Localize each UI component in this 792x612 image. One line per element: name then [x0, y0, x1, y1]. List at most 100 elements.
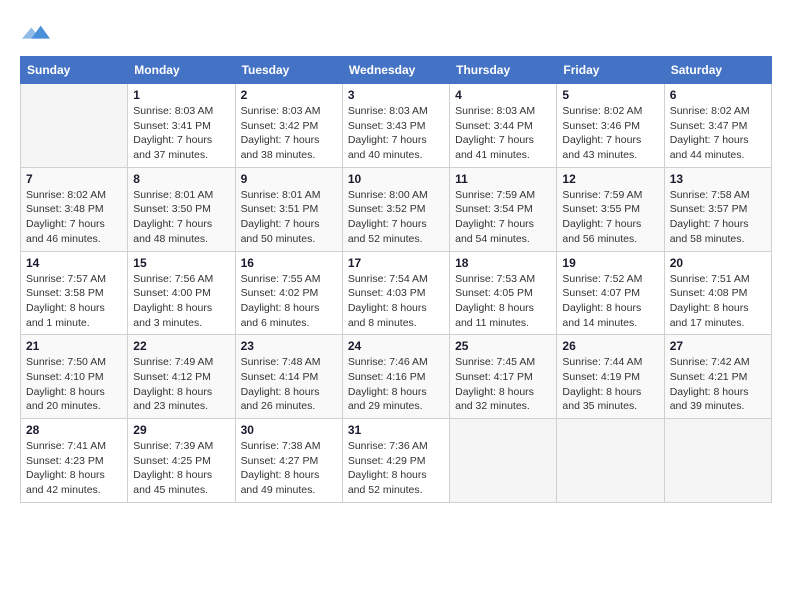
day-info: Sunrise: 8:01 AMSunset: 3:51 PMDaylight:… — [241, 188, 337, 247]
calendar-cell: 29 Sunrise: 7:39 AMSunset: 4:25 PMDayligh… — [128, 419, 235, 503]
calendar-cell: 28 Sunrise: 7:41 AMSunset: 4:23 PMDayligh… — [21, 419, 128, 503]
day-number: 27 — [670, 339, 766, 353]
day-number: 9 — [241, 172, 337, 186]
day-header-monday: Monday — [128, 57, 235, 84]
day-info: Sunrise: 8:02 AMSunset: 3:46 PMDaylight:… — [562, 104, 658, 163]
week-row-1: 1Sunrise: 8:03 AMSunset: 3:41 PMDaylight… — [21, 84, 772, 168]
day-info: Sunrise: 7:58 AMSunset: 3:57 PMDaylight:… — [670, 188, 766, 247]
day-number: 1 — [133, 88, 229, 102]
day-number: 23 — [241, 339, 337, 353]
day-info: Sunrise: 7:59 AMSunset: 3:55 PMDaylight:… — [562, 188, 658, 247]
calendar-cell: 11 Sunrise: 7:59 AMSunset: 3:54 PMDayligh… — [450, 167, 557, 251]
day-number: 31 — [348, 423, 444, 437]
calendar-cell: 14 Sunrise: 7:57 AMSunset: 3:58 PMDayligh… — [21, 251, 128, 335]
day-number: 24 — [348, 339, 444, 353]
calendar-cell: 6 Sunrise: 8:02 AMSunset: 3:47 PMDaylight… — [664, 84, 771, 168]
day-info: Sunrise: 7:48 AMSunset: 4:14 PMDaylight:… — [241, 355, 337, 414]
day-info: Sunrise: 8:03 AMSunset: 3:42 PMDaylight:… — [241, 104, 337, 163]
page-header — [20, 16, 772, 48]
day-number: 16 — [241, 256, 337, 270]
day-number: 20 — [670, 256, 766, 270]
day-info: Sunrise: 7:39 AMSunset: 4:25 PMDaylight:… — [133, 439, 229, 498]
day-header-thursday: Thursday — [450, 57, 557, 84]
day-number: 18 — [455, 256, 551, 270]
logo-icon — [22, 20, 50, 48]
day-info: Sunrise: 8:00 AMSunset: 3:52 PMDaylight:… — [348, 188, 444, 247]
day-info: Sunrise: 8:02 AMSunset: 3:47 PMDaylight:… — [670, 104, 766, 163]
calendar-cell — [450, 419, 557, 503]
day-info: Sunrise: 8:01 AMSunset: 3:50 PMDaylight:… — [133, 188, 229, 247]
calendar-cell — [21, 84, 128, 168]
calendar-cell: 5 Sunrise: 8:02 AMSunset: 3:46 PMDaylight… — [557, 84, 664, 168]
calendar-cell: 19 Sunrise: 7:52 AMSunset: 4:07 PMDayligh… — [557, 251, 664, 335]
calendar-cell — [557, 419, 664, 503]
day-info: Sunrise: 7:55 AMSunset: 4:02 PMDaylight:… — [241, 272, 337, 331]
day-info: Sunrise: 7:57 AMSunset: 3:58 PMDaylight:… — [26, 272, 122, 331]
day-info: Sunrise: 7:49 AMSunset: 4:12 PMDaylight:… — [133, 355, 229, 414]
day-info: Sunrise: 7:36 AMSunset: 4:29 PMDaylight:… — [348, 439, 444, 498]
calendar-cell: 4 Sunrise: 8:03 AMSunset: 3:44 PMDaylight… — [450, 84, 557, 168]
calendar-cell: 27 Sunrise: 7:42 AMSunset: 4:21 PMDayligh… — [664, 335, 771, 419]
day-info: Sunrise: 8:03 AMSunset: 3:43 PMDaylight:… — [348, 104, 444, 163]
calendar-cell: 9 Sunrise: 8:01 AMSunset: 3:51 PMDaylight… — [235, 167, 342, 251]
calendar-cell: 17 Sunrise: 7:54 AMSunset: 4:03 PMDayligh… — [342, 251, 449, 335]
day-number: 5 — [562, 88, 658, 102]
day-header-sunday: Sunday — [21, 57, 128, 84]
day-info: Sunrise: 7:54 AMSunset: 4:03 PMDaylight:… — [348, 272, 444, 331]
day-number: 29 — [133, 423, 229, 437]
day-header-wednesday: Wednesday — [342, 57, 449, 84]
day-info: Sunrise: 8:03 AMSunset: 3:44 PMDaylight:… — [455, 104, 551, 163]
day-info: Sunrise: 7:52 AMSunset: 4:07 PMDaylight:… — [562, 272, 658, 331]
day-number: 21 — [26, 339, 122, 353]
day-number: 26 — [562, 339, 658, 353]
calendar-cell: 16 Sunrise: 7:55 AMSunset: 4:02 PMDayligh… — [235, 251, 342, 335]
calendar-cell: 2 Sunrise: 8:03 AMSunset: 3:42 PMDaylight… — [235, 84, 342, 168]
day-info: Sunrise: 7:51 AMSunset: 4:08 PMDaylight:… — [670, 272, 766, 331]
day-number: 4 — [455, 88, 551, 102]
calendar-cell: 20 Sunrise: 7:51 AMSunset: 4:08 PMDayligh… — [664, 251, 771, 335]
day-number: 12 — [562, 172, 658, 186]
calendar-cell: 26 Sunrise: 7:44 AMSunset: 4:19 PMDayligh… — [557, 335, 664, 419]
day-number: 13 — [670, 172, 766, 186]
days-header-row: SundayMondayTuesdayWednesdayThursdayFrid… — [21, 57, 772, 84]
calendar-cell: 8 Sunrise: 8:01 AMSunset: 3:50 PMDaylight… — [128, 167, 235, 251]
day-info: Sunrise: 7:42 AMSunset: 4:21 PMDaylight:… — [670, 355, 766, 414]
day-number: 6 — [670, 88, 766, 102]
calendar-cell: 7 Sunrise: 8:02 AMSunset: 3:48 PMDaylight… — [21, 167, 128, 251]
calendar-cell: 31 Sunrise: 7:36 AMSunset: 4:29 PMDayligh… — [342, 419, 449, 503]
day-number: 14 — [26, 256, 122, 270]
calendar-cell: 18 Sunrise: 7:53 AMSunset: 4:05 PMDayligh… — [450, 251, 557, 335]
calendar-cell: 25Sunrise: 7:45 AMSunset: 4:17 PMDayligh… — [450, 335, 557, 419]
day-info: Sunrise: 7:50 AMSunset: 4:10 PMDaylight:… — [26, 355, 122, 414]
day-info: Sunrise: 7:41 AMSunset: 4:23 PMDaylight:… — [26, 439, 122, 498]
week-row-2: 7 Sunrise: 8:02 AMSunset: 3:48 PMDaylight… — [21, 167, 772, 251]
day-number: 25 — [455, 339, 551, 353]
calendar-cell: 12 Sunrise: 7:59 AMSunset: 3:55 PMDayligh… — [557, 167, 664, 251]
day-number: 7 — [26, 172, 122, 186]
calendar-cell: 24 Sunrise: 7:46 AMSunset: 4:16 PMDayligh… — [342, 335, 449, 419]
day-number: 2 — [241, 88, 337, 102]
calendar-cell — [664, 419, 771, 503]
calendar-table: SundayMondayTuesdayWednesdayThursdayFrid… — [20, 56, 772, 503]
day-number: 11 — [455, 172, 551, 186]
calendar-cell: 22Sunrise: 7:49 AMSunset: 4:12 PMDayligh… — [128, 335, 235, 419]
calendar-cell: 15Sunrise: 7:56 AMSunset: 4:00 PMDayligh… — [128, 251, 235, 335]
day-number: 19 — [562, 256, 658, 270]
day-info: Sunrise: 7:46 AMSunset: 4:16 PMDaylight:… — [348, 355, 444, 414]
day-header-friday: Friday — [557, 57, 664, 84]
day-info: Sunrise: 7:59 AMSunset: 3:54 PMDaylight:… — [455, 188, 551, 247]
day-number: 17 — [348, 256, 444, 270]
day-info: Sunrise: 8:02 AMSunset: 3:48 PMDaylight:… — [26, 188, 122, 247]
calendar-cell: 1Sunrise: 8:03 AMSunset: 3:41 PMDaylight… — [128, 84, 235, 168]
day-number: 30 — [241, 423, 337, 437]
day-number: 15 — [133, 256, 229, 270]
day-number: 8 — [133, 172, 229, 186]
week-row-4: 21 Sunrise: 7:50 AMSunset: 4:10 PMDayligh… — [21, 335, 772, 419]
calendar-cell: 30 Sunrise: 7:38 AMSunset: 4:27 PMDayligh… — [235, 419, 342, 503]
calendar-cell: 21 Sunrise: 7:50 AMSunset: 4:10 PMDayligh… — [21, 335, 128, 419]
day-info: Sunrise: 7:38 AMSunset: 4:27 PMDaylight:… — [241, 439, 337, 498]
day-info: Sunrise: 7:53 AMSunset: 4:05 PMDaylight:… — [455, 272, 551, 331]
day-info: Sunrise: 7:44 AMSunset: 4:19 PMDaylight:… — [562, 355, 658, 414]
calendar-cell: 3Sunrise: 8:03 AMSunset: 3:43 PMDaylight… — [342, 84, 449, 168]
day-number: 28 — [26, 423, 122, 437]
